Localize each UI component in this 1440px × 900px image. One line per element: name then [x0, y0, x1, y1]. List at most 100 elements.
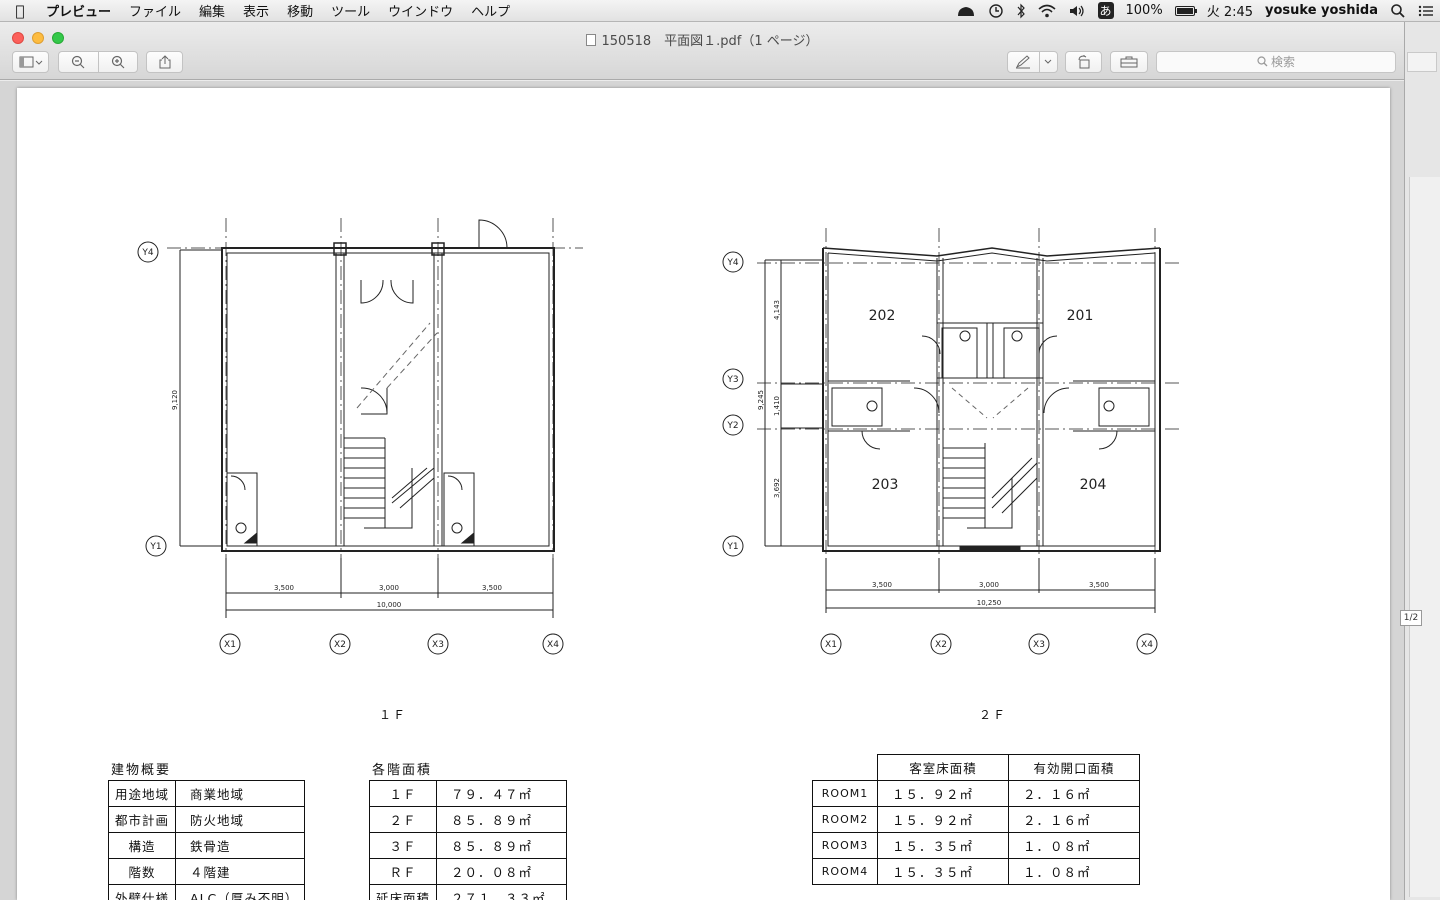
table-header-row: 客室床面積 有効開口面積: [812, 754, 1140, 781]
pen-icon: [1016, 55, 1031, 69]
rotate-icon: [1078, 55, 1089, 69]
dimension-label: 3,500: [872, 581, 892, 589]
grid-label: X4: [547, 640, 559, 650]
grid-label: Y1: [726, 542, 738, 552]
battery-icon[interactable]: [1174, 5, 1197, 16]
dimension-label: 3,000: [379, 584, 399, 592]
page-indicator: 1/2: [1400, 610, 1422, 626]
room-label: 202: [869, 308, 896, 324]
room-areas-table: 客室床面積 有効開口面積 ROOM1 １５．９２㎡ ２．１６㎡ ROOM2 １５．９２…: [812, 754, 1140, 885]
zoom-out-button[interactable]: [59, 55, 98, 69]
grid-label: Y2: [726, 421, 738, 431]
table-row: ２Ｆ ８５．８９㎡: [368, 806, 567, 833]
floor-1-plan: [137, 218, 583, 655]
spotlight-search-icon[interactable]: [1390, 3, 1406, 19]
menu-view[interactable]: 表示: [234, 1, 278, 20]
dimension-label: 4,143: [773, 300, 781, 320]
dimension-label: 3,500: [274, 584, 294, 592]
grid-label: Y1: [149, 542, 161, 552]
room-label: 203: [872, 477, 899, 493]
menu-help[interactable]: ヘルプ: [462, 1, 519, 20]
preview-window: 150518 平面図１.pdf（1 ページ） 検索 Y4 Y1 X1 X2 X3…: [0, 22, 1405, 900]
background-window: [1405, 22, 1440, 900]
pdf-document-icon: [585, 34, 596, 46]
grid-label: Y3: [726, 375, 738, 385]
table-row: １Ｆ ７９．４７㎡: [368, 780, 567, 807]
zoom-out-icon: [72, 55, 85, 69]
sidebar-toggle-button[interactable]: [12, 51, 49, 73]
floor-1-labels: Y4 Y1 X1 X2 X3 X4 3,500 3,000 3,500 10,0…: [141, 248, 559, 650]
floor-areas-title: 各階面積: [372, 763, 433, 778]
building-overview-table: 用途地域 商業地域 都市計画 防火地域 構造 鉄骨造 階数 ４階建 外壁仕様 ALC（厚み…: [107, 780, 306, 900]
rotate-button[interactable]: [1065, 51, 1102, 73]
dimension-label: 3,500: [1089, 581, 1109, 589]
apple-menu-icon[interactable]: : [0, 2, 40, 20]
grid-label: Y4: [141, 248, 153, 258]
room-label: 204: [1080, 477, 1107, 493]
document-area[interactable]: Y4 Y1 X1 X2 X3 X4 3,500 3,000 3,500 10,0…: [0, 81, 1404, 900]
grid-label: X1: [825, 640, 837, 650]
dimension-label: 9,245: [757, 390, 765, 410]
table-row: ＲＦ ２０．０８㎡: [368, 858, 567, 885]
cloud-status-icon[interactable]: [956, 4, 976, 18]
wifi-icon[interactable]: [1037, 4, 1056, 18]
window-title: 150518 平面図１.pdf（1 ページ）: [0, 30, 1404, 49]
markup-button[interactable]: [1008, 55, 1039, 69]
table-row: 延床面積 ２７１．３３㎡: [368, 884, 567, 900]
room-label: 201: [1067, 308, 1094, 324]
volume-icon[interactable]: [1068, 4, 1086, 18]
clock[interactable]: 火 2:45: [1207, 1, 1253, 20]
menu-go[interactable]: 移動: [278, 1, 322, 20]
input-method-icon[interactable]: あ: [1097, 2, 1114, 19]
floor-2-plan: [722, 228, 1183, 655]
dimension-label: 3,000: [979, 581, 999, 589]
grid-label: X3: [1033, 640, 1045, 650]
menu-edit[interactable]: 編集: [190, 1, 234, 20]
table-row: 外壁仕様 ALC（厚み不明）: [107, 884, 306, 900]
floor-plan-drawing: Y4 Y1 X1 X2 X3 X4 3,500 3,000 3,500 10,0…: [137, 218, 1183, 655]
user-name[interactable]: yosuke yoshida: [1265, 3, 1378, 18]
title-bar: 150518 平面図１.pdf（1 ページ） 検索: [0, 22, 1404, 80]
table-row: 都市計画 防火地域: [107, 806, 306, 833]
grid-label: Y4: [726, 258, 738, 268]
zoom-in-icon: [111, 55, 125, 69]
dimension-label: 10,250: [977, 599, 1002, 607]
dimension-label: 3,500: [482, 584, 502, 592]
menu-app[interactable]: プレビュー: [40, 1, 120, 20]
grid-label: X2: [935, 640, 947, 650]
floor-2-label: ２Ｆ: [979, 708, 1008, 722]
floor-areas-table: １Ｆ ７９．４７㎡ ２Ｆ ８５．８９㎡ ３Ｆ ８５．８９㎡ ＲＦ ２０．０８㎡ 延床面積…: [368, 780, 567, 900]
share-icon: [159, 55, 170, 69]
table-row: 階数 ４階建: [107, 858, 306, 885]
background-window-field: [1407, 52, 1437, 72]
battery-percent[interactable]: 100%: [1126, 3, 1163, 18]
building-overview-title: 建物概要: [111, 763, 172, 778]
grid-label: X4: [1141, 640, 1153, 650]
grid-label: X1: [224, 640, 236, 650]
markup-menu-button[interactable]: [1040, 59, 1057, 65]
toolbox-icon: [1120, 56, 1138, 68]
menu-tools[interactable]: ツール: [322, 1, 379, 20]
notification-center-icon[interactable]: [1418, 4, 1434, 18]
dimension-label: 3,692: [773, 478, 781, 498]
menu-file[interactable]: ファイル: [120, 1, 190, 20]
toolbox-button[interactable]: [1110, 51, 1148, 73]
share-button[interactable]: [146, 51, 183, 73]
floor-1-label: １Ｆ: [379, 708, 408, 722]
chevron-down-icon: [1044, 59, 1052, 64]
search-field[interactable]: 検索: [1156, 51, 1396, 73]
markup-controls: [1007, 51, 1058, 73]
time-machine-icon[interactable]: [988, 3, 1004, 19]
table-row: ROOM2 １５．９２㎡ ２．１６㎡: [812, 806, 1140, 833]
dimension-label: 9,120: [171, 390, 179, 410]
zoom-in-button[interactable]: [98, 55, 137, 69]
zoom-controls: [58, 51, 138, 73]
floor-2-labels: Y4 Y3 Y2 Y1 X1 X2 X3 X4 202 201 203 204 …: [726, 258, 1153, 650]
grid-label: X2: [334, 640, 346, 650]
menu-window[interactable]: ウインドウ: [379, 1, 462, 20]
table-row: ３Ｆ ８５．８９㎡: [368, 832, 567, 859]
table-row: ROOM3 １５．３５㎡ １．０８㎡: [812, 832, 1140, 859]
bluetooth-icon[interactable]: [1016, 3, 1026, 19]
pdf-page[interactable]: Y4 Y1 X1 X2 X3 X4 3,500 3,000 3,500 10,0…: [17, 88, 1390, 900]
grid-label: X3: [432, 640, 444, 650]
